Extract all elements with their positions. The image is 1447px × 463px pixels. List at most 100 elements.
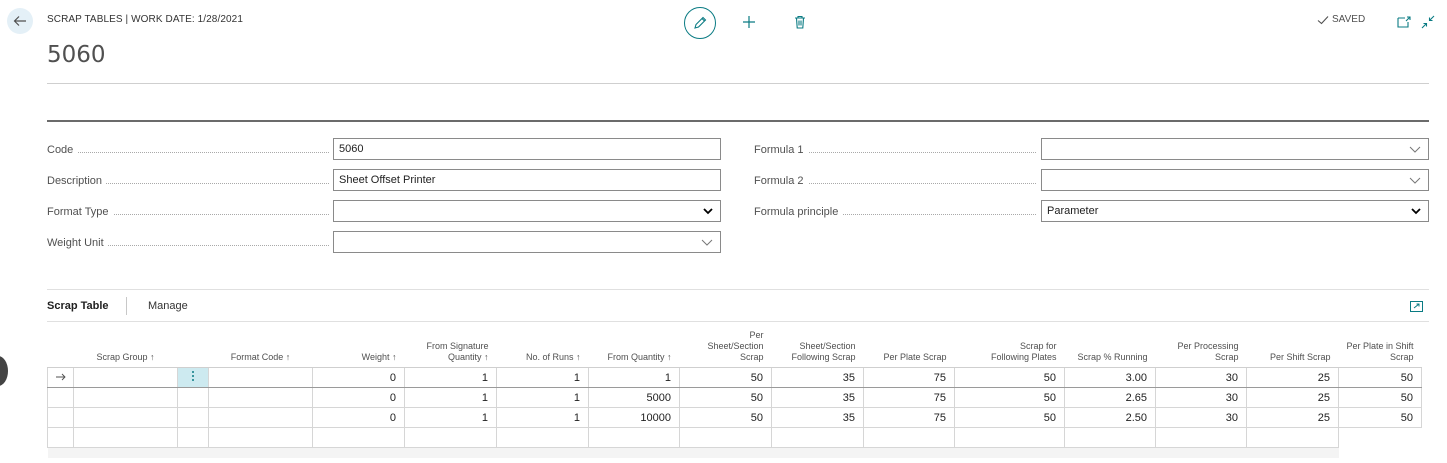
column-header-from-quantity[interactable]: From Quantity ↑: [588, 325, 680, 368]
open-new-window-button[interactable]: [1393, 11, 1415, 33]
expand-lines-button[interactable]: [1405, 295, 1427, 317]
plus-icon: [743, 16, 755, 28]
cell-per-plate-scrap[interactable]: 75: [863, 387, 955, 408]
scrap-table-grid: Scrap Group ↑ Format Code ↑ Weight ↑ Fro…: [47, 325, 1423, 458]
column-header-from-signature-quantity[interactable]: From Signature Quantity ↑: [404, 325, 497, 368]
cell-format-code[interactable]: [208, 367, 313, 388]
cell-scrap-percent-running[interactable]: 2.65: [1064, 387, 1156, 408]
formula1-row: Formula 1: [754, 138, 1036, 162]
column-header-sheet-section-following-scrap[interactable]: Sheet/Section Following Scrap: [771, 325, 864, 368]
cell-weight[interactable]: 0: [312, 367, 405, 388]
description-field[interactable]: Sheet Offset Printer: [333, 169, 721, 191]
formula-principle-select[interactable]: Parameter: [1041, 200, 1429, 222]
chevron-down-icon: [1411, 208, 1421, 215]
cell-sheet-section-following-scrap[interactable]: 35: [771, 407, 864, 428]
cell-sheet-section-following-scrap[interactable]: 35: [771, 367, 864, 388]
format-type-select[interactable]: [333, 200, 721, 222]
table-row-empty[interactable]: [47, 427, 1422, 448]
column-header-scrap-group[interactable]: Scrap Group ↑: [73, 325, 178, 368]
weight-unit-label: Weight Unit: [47, 237, 108, 249]
delete-button[interactable]: [789, 11, 811, 33]
cell-per-processing-scrap[interactable]: 30: [1155, 387, 1247, 408]
code-label: Code: [47, 144, 78, 156]
code-field[interactable]: 5060: [333, 138, 721, 160]
cell-per-plate-scrap[interactable]: 75: [863, 407, 955, 428]
more-vertical-icon: [192, 371, 194, 381]
cell-scrap-for-following-plates[interactable]: 50: [954, 407, 1065, 428]
cell-from-quantity[interactable]: 5000: [588, 387, 680, 408]
cell-per-processing-scrap[interactable]: 30: [1155, 367, 1247, 388]
arrow-right-icon: [55, 373, 66, 380]
cell-no-of-runs[interactable]: 1: [496, 407, 589, 428]
cell-weight[interactable]: 0: [312, 407, 405, 428]
cell-per-shift-scrap[interactable]: 25: [1246, 407, 1339, 428]
cell-scrap-for-following-plates[interactable]: 50: [954, 387, 1065, 408]
cell-scrap-group[interactable]: [73, 407, 178, 428]
column-header-weight[interactable]: Weight ↑: [312, 325, 405, 368]
row-menu-cell[interactable]: [177, 407, 209, 428]
row-menu-cell[interactable]: [177, 387, 209, 408]
table-row[interactable]: 0 1 1 10000 50 35 75 50 2.50 30 25 50: [47, 407, 1423, 428]
cell-format-code[interactable]: [208, 407, 313, 428]
format-type-label: Format Type: [47, 206, 113, 218]
column-header-per-plate-in-shift-scrap[interactable]: Per Plate in Shift Scrap: [1338, 325, 1422, 368]
cell-from-quantity[interactable]: 1: [588, 367, 680, 388]
breadcrumb: SCRAP TABLES | WORK DATE: 1/28/2021: [47, 14, 243, 25]
cell-per-processing-scrap[interactable]: 30: [1155, 407, 1247, 428]
column-header-per-shift-scrap[interactable]: Per Shift Scrap: [1246, 325, 1339, 368]
weight-unit-row: Weight Unit: [47, 231, 329, 255]
cell-scrap-group[interactable]: [73, 367, 178, 388]
column-header-per-plate-scrap[interactable]: Per Plate Scrap: [863, 325, 955, 368]
tabs-bottom-divider: [47, 321, 1429, 322]
cell-sheet-section-following-scrap[interactable]: 35: [771, 387, 864, 408]
description-label: Description: [47, 175, 107, 187]
column-header-no-of-runs[interactable]: No. of Runs ↑: [496, 325, 589, 368]
cell-scrap-percent-running[interactable]: 3.00: [1064, 367, 1156, 388]
column-header-format-code[interactable]: Format Code ↑: [208, 325, 313, 368]
row-indicator: [47, 367, 74, 388]
collapse-button[interactable]: [1417, 11, 1439, 33]
cell-from-signature-quantity[interactable]: 1: [404, 367, 497, 388]
cell-per-sheet-section-scrap[interactable]: 50: [679, 387, 772, 408]
side-panel-handle[interactable]: [0, 356, 8, 386]
chevron-down-icon: [701, 239, 713, 246]
cell-no-of-runs[interactable]: 1: [496, 367, 589, 388]
cell-format-code[interactable]: [208, 387, 313, 408]
cell-per-plate-in-shift-scrap[interactable]: 50: [1337, 367, 1423, 388]
cell-from-quantity[interactable]: 10000: [588, 407, 680, 428]
cell-scrap-percent-running[interactable]: 2.50: [1064, 407, 1156, 428]
column-header-per-processing-scrap[interactable]: Per Processing Scrap: [1155, 325, 1247, 368]
cell-per-sheet-section-scrap[interactable]: 50: [679, 367, 772, 388]
formula2-label: Formula 2: [754, 175, 808, 187]
row-menu-button[interactable]: [177, 367, 209, 388]
cell-from-signature-quantity[interactable]: 1: [404, 407, 497, 428]
table-row[interactable]: 0 1 1 1 50 35 75 50 3.00 30 25 50: [47, 367, 1423, 388]
column-header-scrap-for-following-plates[interactable]: Scrap for Following Plates: [954, 325, 1065, 368]
formula2-select[interactable]: [1041, 169, 1429, 191]
saved-status: SAVED: [1317, 14, 1365, 25]
row-menu-header: [177, 325, 209, 368]
cell-per-shift-scrap[interactable]: 25: [1246, 367, 1339, 388]
cell-scrap-for-following-plates[interactable]: 50: [954, 367, 1065, 388]
weight-unit-select[interactable]: [333, 231, 721, 253]
cell-per-plate-in-shift-scrap[interactable]: 50: [1337, 407, 1423, 428]
cell-per-plate-scrap[interactable]: 75: [863, 367, 955, 388]
cell-scrap-group[interactable]: [73, 387, 178, 408]
cell-weight[interactable]: 0: [312, 387, 405, 408]
column-header-scrap-percent-running[interactable]: Scrap % Running: [1064, 325, 1156, 368]
tab-manage[interactable]: Manage: [148, 300, 188, 312]
cell-from-signature-quantity[interactable]: 1: [404, 387, 497, 408]
tab-scrap-table[interactable]: Scrap Table: [47, 300, 109, 312]
back-button[interactable]: [7, 8, 33, 34]
table-row[interactable]: 0 1 1 5000 50 35 75 50 2.65 30 25 50: [47, 387, 1423, 408]
formula1-select[interactable]: [1041, 138, 1429, 160]
cell-per-shift-scrap[interactable]: 25: [1246, 387, 1339, 408]
new-button[interactable]: [738, 11, 760, 33]
column-header-per-sheet-section-scrap[interactable]: Per Sheet/Section Scrap: [679, 325, 772, 368]
cell-per-sheet-section-scrap[interactable]: 50: [679, 407, 772, 428]
pencil-icon: [694, 16, 707, 29]
cell-no-of-runs[interactable]: 1: [496, 387, 589, 408]
general-section-divider: [47, 120, 1429, 122]
cell-per-plate-in-shift-scrap[interactable]: 50: [1337, 387, 1423, 408]
edit-button[interactable]: [684, 7, 716, 39]
